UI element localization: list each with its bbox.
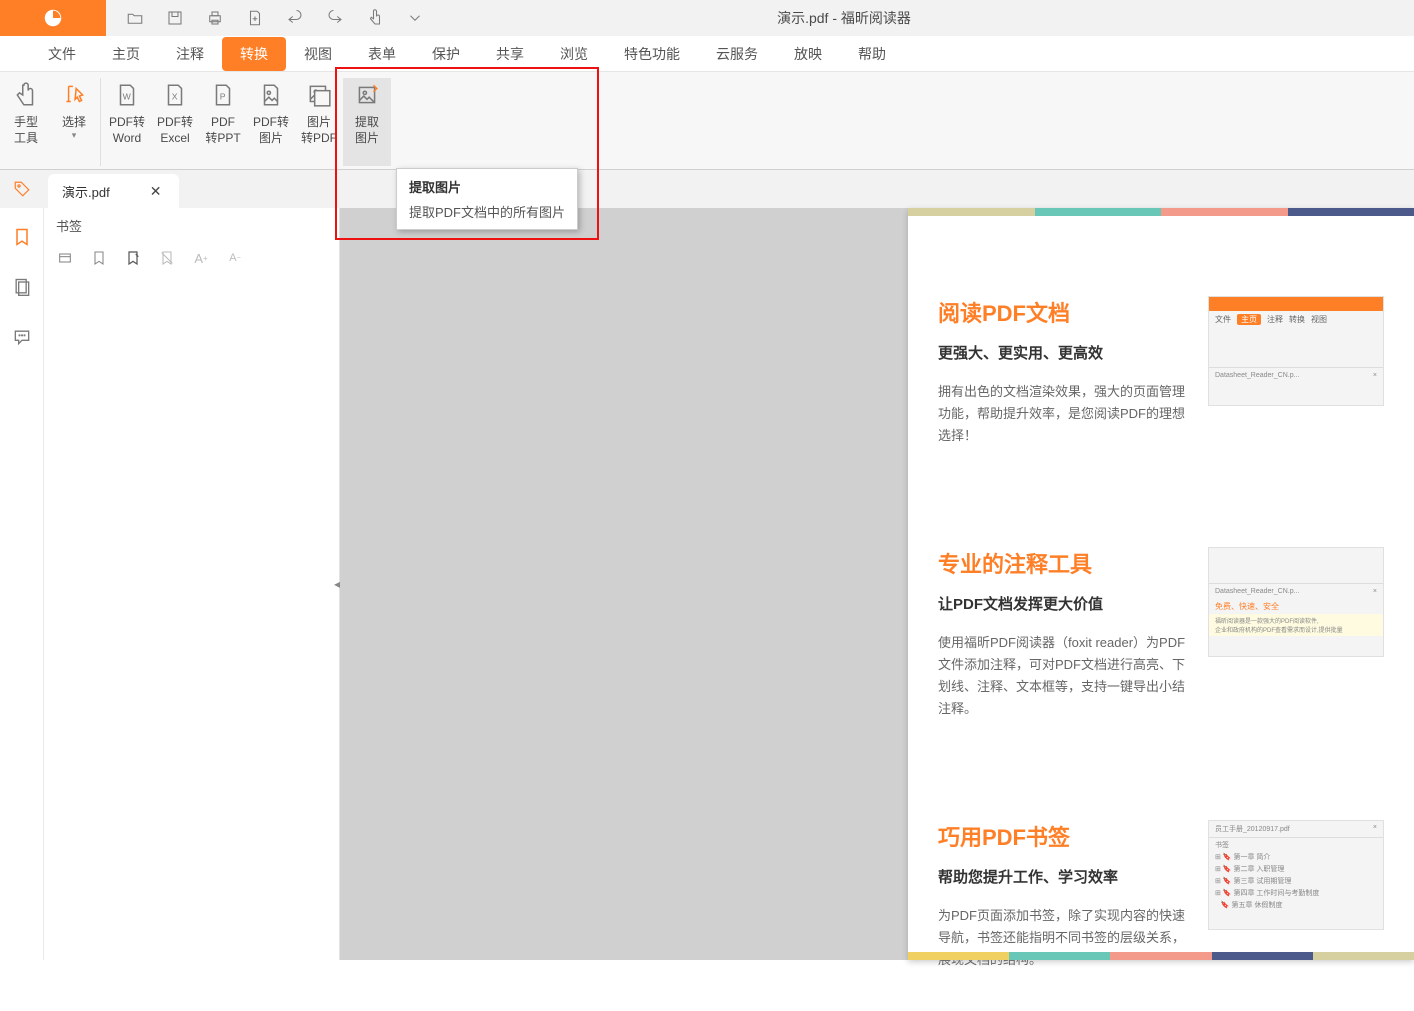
new-doc-icon[interactable] xyxy=(246,9,264,27)
pdf-to-word-button[interactable]: W PDF转 Word xyxy=(103,78,151,166)
new-bookmark-icon[interactable] xyxy=(122,247,144,269)
select-button[interactable]: 选择 ▾ xyxy=(50,78,98,166)
extract-image-button[interactable]: 提取 图片 xyxy=(343,78,391,166)
font-smaller-icon[interactable]: A− xyxy=(224,247,246,269)
section-body: 为PDF页面添加书签，除了实现内容的快速导航，书签还能指明不同书签的层级关系，展… xyxy=(938,905,1188,971)
window-title: 演示.pdf - 福昕阅读器 xyxy=(274,8,1414,28)
bottom-stripe xyxy=(908,952,1414,960)
section-title: 巧用PDF书签 xyxy=(938,820,1188,852)
menu-features[interactable]: 特色功能 xyxy=(606,37,698,71)
print-icon[interactable] xyxy=(206,9,224,27)
section-body: 拥有出色的文档渲染效果，强大的页面管理功能，帮助提升效率，是您阅读PDF的理想选… xyxy=(938,381,1188,447)
collapse-icon[interactable] xyxy=(54,247,76,269)
sidebar-panel: 书签 A+ A− xyxy=(44,208,340,960)
main-area: 书签 A+ A− ◂ 阅读PDF文档 更强大、更实用、更高效 拥有出色的文档渲染 xyxy=(0,208,1414,960)
tooltip: 提取图片 提取PDF文档中的所有图片 xyxy=(396,168,578,230)
menu-cloud[interactable]: 云服务 xyxy=(698,37,776,71)
section-title: 专业的注释工具 xyxy=(938,547,1188,579)
svg-text:P: P xyxy=(220,91,226,101)
pdf-to-ppt-button[interactable]: P PDF 转PPT xyxy=(199,78,247,166)
menu-browse[interactable]: 浏览 xyxy=(542,37,606,71)
menu-file[interactable]: 文件 xyxy=(30,37,94,71)
pdf-to-image-button[interactable]: PDF转 图片 xyxy=(247,78,295,166)
add-bookmark-icon[interactable] xyxy=(88,247,110,269)
tab-close-icon[interactable]: ✕ xyxy=(150,183,162,200)
splitter-handle[interactable]: ◂ xyxy=(334,577,340,591)
image-to-pdf-button[interactable]: 图片 转PDF xyxy=(295,78,343,166)
svg-text:X: X xyxy=(172,91,178,101)
section-thumbnail: 文件主页注释转换视图 Datasheet_Reader_CN.p... × xyxy=(1208,296,1384,406)
pdf-to-excel-button[interactable]: X PDF转 Excel xyxy=(151,78,199,166)
menu-protect[interactable]: 保护 xyxy=(414,37,478,71)
titlebar: 演示.pdf - 福昕阅读器 xyxy=(0,0,1414,36)
menu-home[interactable]: 主页 xyxy=(94,37,158,71)
pdf-page: 阅读PDF文档 更强大、更实用、更高效 拥有出色的文档渲染效果，强大的页面管理功… xyxy=(908,208,1414,960)
open-icon[interactable] xyxy=(126,9,144,27)
section-thumbnail: Datasheet_Reader_CN.p... × 免费、快速、安全 福昕阅读… xyxy=(1208,547,1384,657)
pages-rail-icon[interactable] xyxy=(11,276,33,298)
ribbon-group-tools: 手型 工具 选择 ▾ xyxy=(0,78,101,166)
delete-bookmark-icon[interactable] xyxy=(156,247,178,269)
tooltip-description: 提取PDF文档中的所有图片 xyxy=(409,202,565,221)
section-read: 阅读PDF文档 更强大、更实用、更高效 拥有出色的文档渲染效果，强大的页面管理功… xyxy=(938,296,1384,447)
menu-view[interactable]: 视图 xyxy=(286,37,350,71)
comment-rail-icon[interactable] xyxy=(11,326,33,348)
section-title: 阅读PDF文档 xyxy=(938,296,1188,328)
tab-tag-icon[interactable] xyxy=(0,170,44,208)
left-rail xyxy=(0,208,44,960)
tab-bar: 演示.pdf ✕ xyxy=(0,170,1414,208)
hand-tool-button[interactable]: 手型 工具 xyxy=(2,78,50,166)
font-larger-icon[interactable]: A+ xyxy=(190,247,212,269)
svg-text:W: W xyxy=(123,91,132,101)
menubar: 文件 主页 注释 转换 视图 表单 保护 共享 浏览 特色功能 云服务 放映 帮… xyxy=(0,36,1414,72)
menu-share[interactable]: 共享 xyxy=(478,37,542,71)
section-subtitle: 让PDF文档发挥更大价值 xyxy=(938,593,1188,614)
sidebar-toolbar: A+ A− xyxy=(44,243,339,273)
tab-label: 演示.pdf xyxy=(62,182,110,201)
document-canvas[interactable]: ◂ 阅读PDF文档 更强大、更实用、更高效 拥有出色的文档渲染效果，强大的页面管… xyxy=(340,208,1414,960)
tooltip-title: 提取图片 xyxy=(409,177,565,196)
section-bookmark: 巧用PDF书签 帮助您提升工作、学习效率 为PDF页面添加书签，除了实现内容的快… xyxy=(938,820,1384,971)
menu-form[interactable]: 表单 xyxy=(350,37,414,71)
document-tab[interactable]: 演示.pdf ✕ xyxy=(48,174,179,208)
ribbon: 手型 工具 选择 ▾ W PDF转 Word X PDF转 Excel P PD… xyxy=(0,72,1414,170)
section-subtitle: 帮助您提升工作、学习效率 xyxy=(938,866,1188,887)
top-stripe xyxy=(908,208,1414,216)
menu-annotate[interactable]: 注释 xyxy=(158,37,222,71)
menu-convert[interactable]: 转换 xyxy=(222,37,286,71)
ribbon-group-convert: W PDF转 Word X PDF转 Excel P PDF 转PPT PDF转… xyxy=(101,78,393,166)
section-body: 使用福昕PDF阅读器（foxit reader）为PDF文件添加注释，可对PDF… xyxy=(938,632,1188,720)
sidebar-title: 书签 xyxy=(44,208,339,243)
section-annotate: 专业的注释工具 让PDF文档发挥更大价值 使用福昕PDF阅读器（foxit re… xyxy=(938,547,1384,720)
app-logo[interactable] xyxy=(0,0,106,36)
save-icon[interactable] xyxy=(166,9,184,27)
menu-help[interactable]: 帮助 xyxy=(840,37,904,71)
section-subtitle: 更强大、更实用、更高效 xyxy=(938,342,1188,363)
bookmark-rail-icon[interactable] xyxy=(11,226,33,248)
menu-slideshow[interactable]: 放映 xyxy=(776,37,840,71)
section-thumbnail: 员工手册_20120917.pdf × 书签 ⊞ 🔖 第一章 简介 ⊞ 🔖 第二… xyxy=(1208,820,1384,930)
